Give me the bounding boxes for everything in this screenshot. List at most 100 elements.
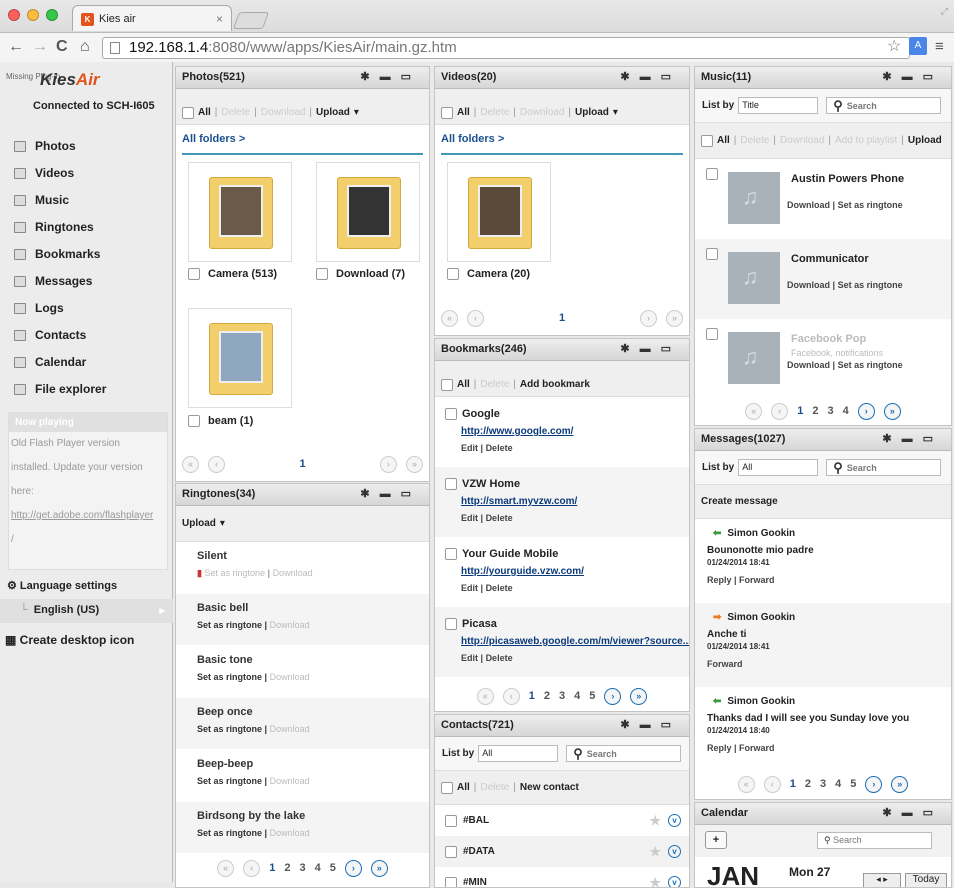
chevron-down-icon[interactable]: ▾ bbox=[613, 107, 618, 118]
bookmark-url[interactable]: http://www.google.com/ bbox=[461, 426, 689, 437]
home-icon[interactable]: ⌂ bbox=[80, 38, 90, 56]
page-number[interactable]: 2 bbox=[544, 690, 550, 702]
all-folders-link[interactable]: All folders > bbox=[182, 133, 423, 155]
chevron-right-icon[interactable]: ▸ bbox=[883, 874, 888, 884]
zoom-window-button[interactable] bbox=[46, 9, 58, 21]
sidebar-item-file-explorer[interactable]: File explorer bbox=[0, 373, 173, 400]
close-window-button[interactable] bbox=[8, 9, 20, 21]
sidebar-item-logs[interactable]: Logs bbox=[0, 292, 173, 319]
delete-link[interactable]: Delete bbox=[486, 653, 513, 663]
translate-icon[interactable]: A bbox=[909, 37, 927, 55]
download-link[interactable]: Download bbox=[787, 280, 830, 290]
download-link[interactable]: Download bbox=[787, 360, 830, 370]
sidebar-item-bookmarks[interactable]: Bookmarks bbox=[0, 238, 173, 265]
message-item[interactable]: ⬅Simon GookinBounonotte mio padre01/24/2… bbox=[695, 519, 951, 603]
reload-icon[interactable]: C bbox=[56, 38, 68, 56]
bookmark-item[interactable]: Your Guide Mobilehttp://yourguide.vzw.co… bbox=[435, 537, 689, 607]
last-page-icon[interactable]: » bbox=[406, 456, 423, 473]
page-number[interactable]: 3 bbox=[299, 862, 305, 874]
ringtone-row[interactable]: Silent▮ Set as ringtone | Download bbox=[176, 542, 429, 594]
download-button[interactable]: Download bbox=[261, 107, 305, 118]
delete-button[interactable]: Delete bbox=[480, 379, 509, 390]
set-ringtone-link[interactable]: Set as ringtone bbox=[197, 672, 262, 682]
edit-link[interactable]: Edit bbox=[461, 583, 478, 593]
song-row[interactable]: ♫CommunicatorDownload | Set as ringtone bbox=[695, 239, 951, 319]
panel-controls[interactable]: ✱▬▭ bbox=[882, 432, 943, 445]
delete-link[interactable]: Delete bbox=[486, 583, 513, 593]
page-number[interactable]: 1 bbox=[790, 778, 796, 790]
page-number[interactable]: 3 bbox=[559, 690, 565, 702]
folder-label[interactable]: Camera (513) bbox=[188, 268, 277, 280]
first-page-icon[interactable]: « bbox=[217, 860, 234, 877]
delete-link[interactable]: Delete bbox=[486, 513, 513, 523]
set-ringtone-link[interactable]: Set as ringtone bbox=[197, 724, 262, 734]
page-number[interactable]: 4 bbox=[835, 778, 841, 790]
page-number[interactable]: 1 bbox=[559, 312, 565, 324]
panel-controls[interactable]: ✱▬▭ bbox=[882, 806, 943, 819]
next-page-icon[interactable]: › bbox=[604, 688, 621, 705]
set-ringtone-link[interactable]: Set as ringtone bbox=[197, 828, 262, 838]
download-link[interactable]: Download bbox=[270, 724, 310, 734]
create-message-button[interactable]: Create message bbox=[701, 496, 778, 507]
panel-controls[interactable]: ✱▬▭ bbox=[620, 342, 681, 355]
delete-button[interactable]: Delete bbox=[480, 782, 509, 793]
download-link[interactable]: Download bbox=[270, 620, 310, 630]
next-page-icon[interactable]: › bbox=[865, 776, 882, 793]
song-checkbox[interactable] bbox=[706, 168, 718, 180]
ringtone-row[interactable]: Basic toneSet as ringtone | Download bbox=[176, 646, 429, 698]
contact-checkbox[interactable] bbox=[445, 846, 457, 858]
message-actions[interactable]: Reply | Forward bbox=[707, 743, 951, 753]
folder-thumbnail[interactable] bbox=[188, 162, 292, 262]
first-page-icon[interactable]: « bbox=[745, 403, 762, 420]
prev-page-icon[interactable]: ‹ bbox=[771, 403, 788, 420]
download-button[interactable]: Download bbox=[520, 107, 564, 118]
next-page-icon[interactable]: › bbox=[345, 860, 362, 877]
first-page-icon[interactable]: « bbox=[738, 776, 755, 793]
set-ringtone-link[interactable]: Set as ringtone bbox=[838, 360, 903, 370]
page-number[interactable]: 1 bbox=[797, 405, 803, 417]
set-ringtone-link[interactable]: Set as ringtone bbox=[838, 200, 903, 210]
star-icon[interactable]: ★ bbox=[649, 875, 661, 888]
flash-download-link[interactable]: http://get.adobe.com/flashplayer bbox=[9, 504, 167, 528]
bookmark-checkbox[interactable] bbox=[445, 548, 457, 560]
page-number[interactable]: 3 bbox=[820, 778, 826, 790]
song-checkbox[interactable] bbox=[706, 248, 718, 260]
delete-button[interactable]: Delete bbox=[740, 135, 769, 146]
set-ringtone-link[interactable]: Set as ringtone bbox=[197, 620, 262, 630]
list-by-select[interactable]: Title bbox=[738, 97, 818, 114]
contact-checkbox[interactable] bbox=[445, 877, 457, 888]
chevron-down-icon[interactable]: ▾ bbox=[220, 518, 225, 529]
folder-checkbox[interactable] bbox=[316, 268, 328, 280]
set-ringtone-link[interactable]: Set as ringtone bbox=[204, 568, 265, 578]
prev-page-icon[interactable]: ‹ bbox=[503, 688, 520, 705]
ringtone-row[interactable]: Beep-beepSet as ringtone | Download bbox=[176, 750, 429, 802]
menu-icon[interactable]: ≡ bbox=[935, 38, 944, 55]
message-item[interactable]: ➡Simon GookinAnche ti01/24/2014 18:41For… bbox=[695, 603, 951, 687]
page-number[interactable]: 4 bbox=[574, 690, 580, 702]
chevron-down-icon[interactable]: v bbox=[668, 845, 681, 858]
song-row[interactable]: ♫Austin Powers PhoneDownload | Set as ri… bbox=[695, 159, 951, 239]
ringtone-row[interactable]: Basic bellSet as ringtone | Download bbox=[176, 594, 429, 646]
upload-button[interactable]: Upload bbox=[182, 518, 216, 529]
folder-label[interactable]: Download (7) bbox=[316, 268, 405, 280]
bookmark-url[interactable]: http://smart.myvzw.com/ bbox=[461, 496, 689, 507]
add-event-button[interactable]: + bbox=[705, 831, 727, 849]
prev-page-icon[interactable]: ‹ bbox=[208, 456, 225, 473]
folder-thumbnail[interactable] bbox=[316, 162, 420, 262]
delete-link[interactable]: Delete bbox=[486, 443, 513, 453]
set-ringtone-link[interactable]: Set as ringtone bbox=[838, 280, 903, 290]
panel-controls[interactable]: ✱▬▭ bbox=[882, 70, 943, 83]
contact-row[interactable]: #MIN★v bbox=[435, 867, 689, 888]
message-item[interactable]: ⬅Simon GookinThanks dad I will see you S… bbox=[695, 687, 951, 771]
back-icon[interactable]: ← bbox=[8, 38, 24, 56]
page-number[interactable]: 5 bbox=[330, 862, 336, 874]
bookmark-item[interactable]: VZW Homehttp://smart.myvzw.com/Edit | De… bbox=[435, 467, 689, 537]
list-by-select[interactable]: All bbox=[478, 745, 558, 762]
add-bookmark-button[interactable]: Add bookmark bbox=[520, 379, 590, 390]
sidebar-item-messages[interactable]: Messages bbox=[0, 265, 173, 292]
contacts-search[interactable]: ⚲Search bbox=[566, 745, 681, 762]
last-page-icon[interactable]: » bbox=[666, 310, 683, 327]
chevron-down-icon[interactable]: v bbox=[668, 876, 681, 888]
select-all-checkbox[interactable] bbox=[441, 107, 453, 119]
panel-controls[interactable]: ✱▬▭ bbox=[620, 718, 681, 731]
